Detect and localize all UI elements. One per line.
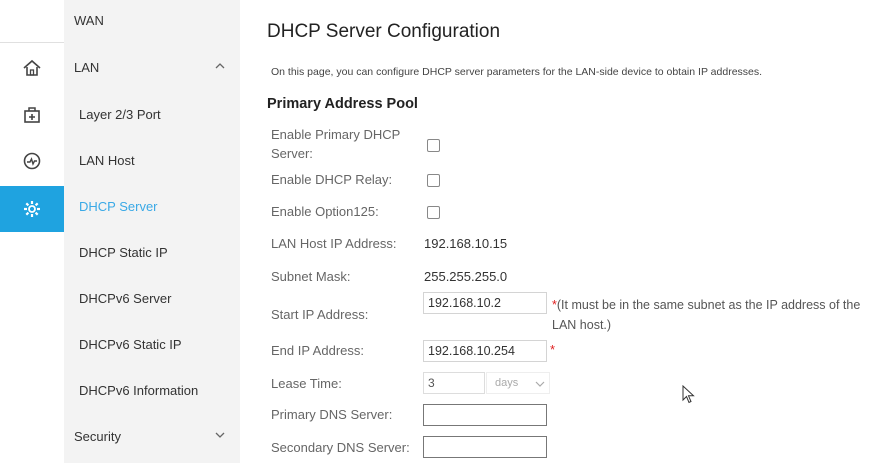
start-ip-label: Start IP Address: [271,307,369,322]
sidebar-item-label: DHCPv6 Static IP [79,336,182,352]
lease-time-input[interactable]: 3 [423,372,485,394]
chevron-down-icon [535,381,545,387]
lan-host-ip-label: LAN Host IP Address: [271,236,397,251]
sidebar-item-lan-host[interactable]: LAN Host [64,145,255,175]
sidebar-item-dhcpv6-server[interactable]: DHCPv6 Server [64,283,255,313]
toolbox-icon[interactable] [0,92,64,138]
home-icon[interactable] [0,45,64,91]
sidebar-item-lan[interactable]: LAN [64,52,250,82]
icon-bar [0,0,74,463]
enable-option125-label: Enable Option125: [271,204,379,219]
enable-dhcp-relay-checkbox[interactable] [427,174,440,187]
end-ip-label: End IP Address: [271,343,364,358]
enable-primary-label: Enable Primary DHCP Server: [271,125,400,163]
sidebar-item-label: Security [74,428,121,444]
divider [0,42,64,43]
enable-primary-label-line2: Server: [271,146,313,161]
sidebar-item-label: LAN [74,59,100,75]
settings-icon[interactable] [0,186,74,232]
start-ip-note: *(It must be in the same subnet as the I… [552,295,870,335]
sidebar-nav: WAN LAN Layer 2/3 Port LAN Host DHCP Ser… [64,0,240,463]
lease-time-unit-select[interactable]: days [486,372,550,394]
sidebar-item-label: LAN Host [79,152,135,168]
sidebar-item-label: DHCP Server [79,198,158,214]
secondary-dns-label: Secondary DNS Server: [271,440,410,455]
sidebar-item-dhcpv6-information[interactable]: DHCPv6 Information [64,375,255,405]
subnet-mask-value: 255.255.255.0 [424,269,508,284]
enable-primary-label-line1: Enable Primary DHCP [271,127,401,142]
sidebar-item-label: DHCPv6 Server [79,290,172,306]
main-content: DHCP Server Configuration On this page, … [240,0,870,463]
sidebar-item-dhcp-server[interactable]: DHCP Server [64,191,255,221]
secondary-dns-input[interactable] [423,436,547,458]
required-star: * [550,342,556,357]
sidebar-item-security[interactable]: Security [64,421,250,451]
lease-time-unit-label: days [495,377,519,389]
primary-dns-input[interactable] [423,404,547,426]
enable-option125-checkbox[interactable] [427,206,440,219]
sidebar-item-label: WAN [74,12,104,28]
enable-relay-label: Enable DHCP Relay: [271,172,393,187]
chevron-down-icon [215,432,225,438]
sidebar-item-label: DHCP Static IP [79,244,168,260]
end-ip-input[interactable]: 192.168.10.254 [423,340,547,362]
page-title: DHCP Server Configuration [267,21,501,42]
sidebar-item-layer23-port[interactable]: Layer 2/3 Port [64,99,255,129]
start-ip-note-text: (It must be in the same subnet as the IP… [552,298,861,332]
start-ip-input[interactable]: 192.168.10.2 [423,292,547,314]
sidebar-item-label: DHCPv6 Information [79,382,199,398]
primary-dns-label: Primary DNS Server: [271,407,393,422]
sidebar-item-wan[interactable]: WAN [64,5,250,35]
sidebar-item-dhcp-static-ip[interactable]: DHCP Static IP [64,237,255,267]
sidebar-item-label: Layer 2/3 Port [79,106,161,122]
section-title: Primary Address Pool [267,96,418,112]
diagnostics-icon[interactable] [0,138,64,184]
page-description: On this page, you can configure DHCP ser… [271,66,763,78]
mouse-cursor-icon [682,385,695,404]
chevron-up-icon [215,63,225,69]
subnet-mask-label: Subnet Mask: [271,269,351,284]
lease-time-label: Lease Time: [271,376,342,391]
enable-primary-dhcp-checkbox[interactable] [427,139,440,152]
lan-host-ip-value: 192.168.10.15 [424,236,508,251]
sidebar-item-dhcpv6-static-ip[interactable]: DHCPv6 Static IP [64,329,255,359]
